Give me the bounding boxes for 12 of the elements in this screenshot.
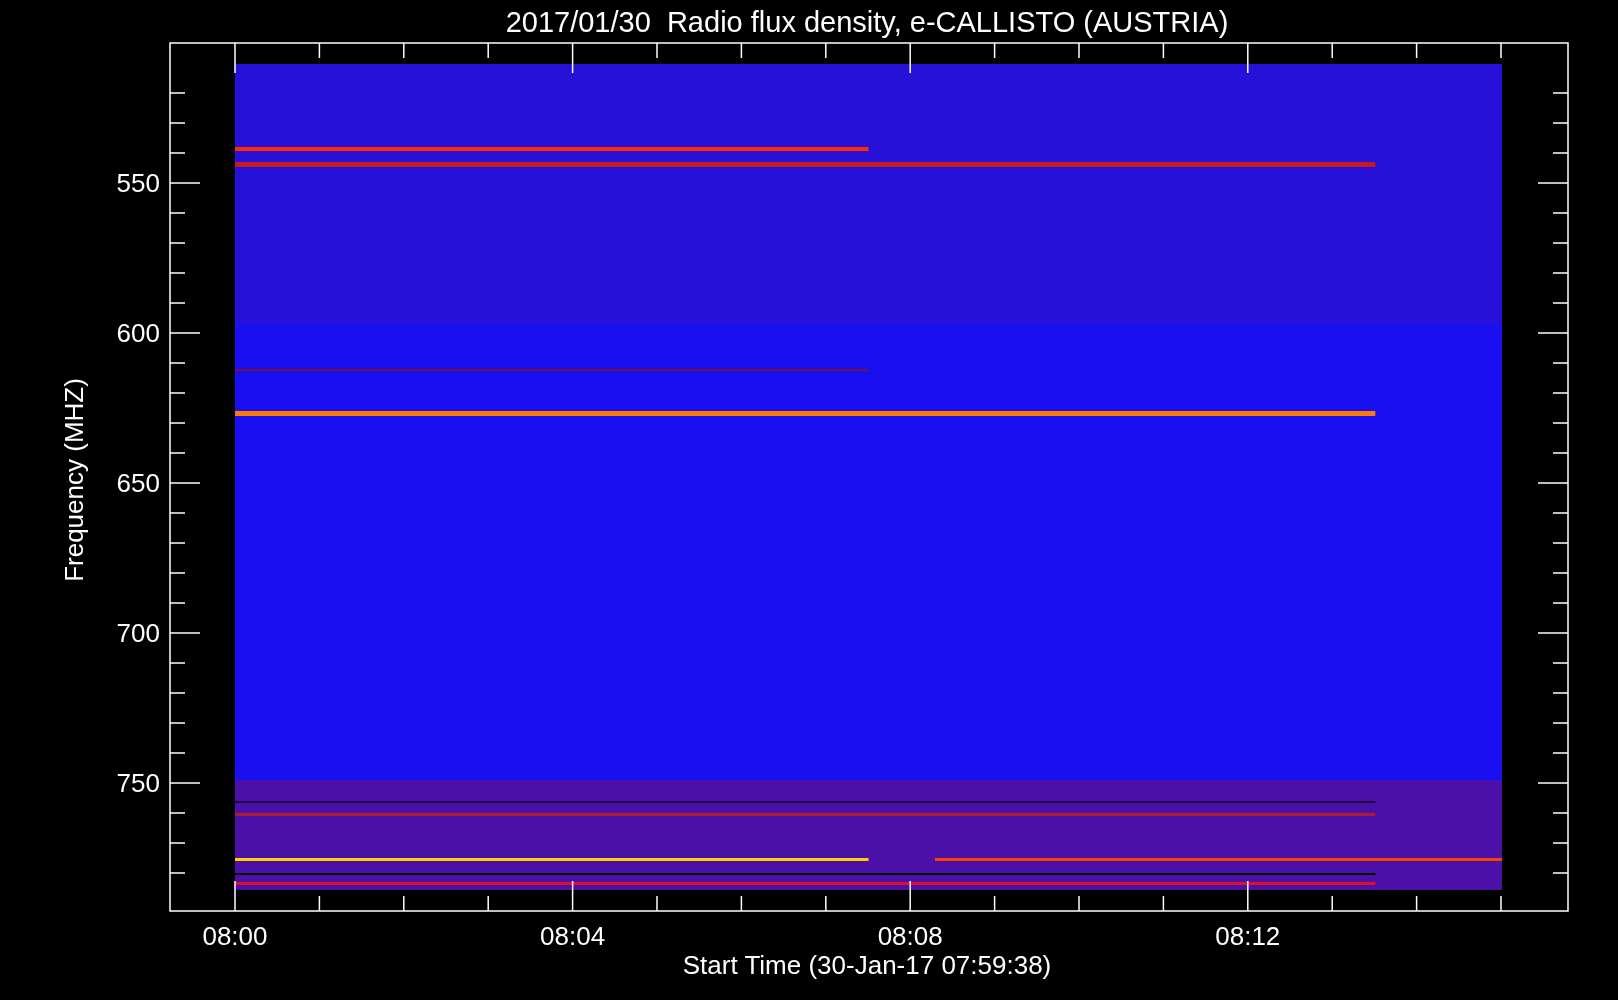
y-tick-label: 650	[116, 468, 160, 498]
y-axis-label: Frequency (MHZ)	[59, 378, 89, 582]
chart-title: 2017/01/30 Radio flux density, e-CALLISTO (AUSTRIA)	[505, 6, 1229, 38]
x-tick-label: 08:12	[1215, 921, 1281, 951]
x-axis-label: Start Time (30-Jan-17 07:59:38)	[682, 950, 1052, 980]
y-tick-label: 600	[116, 318, 160, 348]
y-tick-label: 700	[116, 618, 160, 648]
y-tick-label: 550	[116, 168, 160, 198]
x-tick-label: 08:08	[877, 921, 943, 951]
y-tick-label: 750	[116, 768, 160, 798]
x-tick-label: 08:04	[540, 921, 606, 951]
x-tick-label: 08:00	[202, 921, 268, 951]
